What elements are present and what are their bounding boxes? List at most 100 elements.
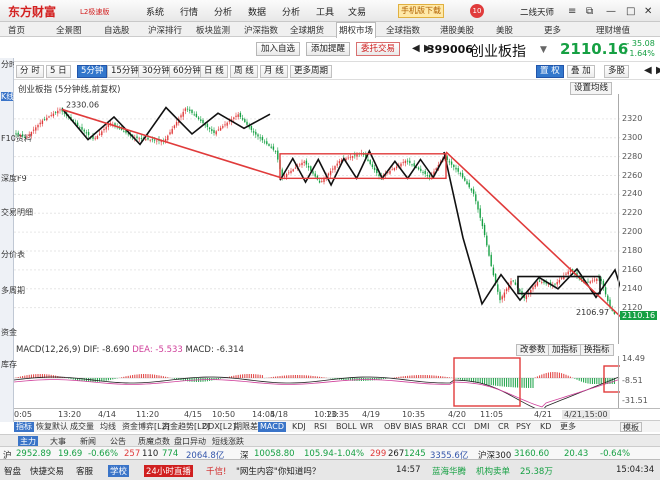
indicator-tab[interactable]: BOLL <box>336 422 357 432</box>
school-button[interactable]: 学校 <box>108 465 130 477</box>
menu-quotes[interactable]: 行情 <box>180 5 198 18</box>
add-watchlist-button[interactable]: 加入自选 <box>256 42 301 56</box>
period-5min[interactable]: 5分钟 <box>77 65 108 78</box>
menu-analysis2[interactable]: 分析 <box>282 5 300 18</box>
leftnav-detail[interactable]: 交易明细 <box>1 208 33 217</box>
period-day[interactable]: 日 线 <box>200 65 228 78</box>
menu-system[interactable]: 系统 <box>146 5 164 18</box>
candle-body <box>492 267 495 276</box>
tab-global-index[interactable]: 全球指数 <box>386 24 420 36</box>
tab-home[interactable]: 首页 <box>8 24 25 36</box>
restore-icon[interactable]: ⧉ <box>586 6 593 17</box>
indicator-tab[interactable]: MACD <box>258 422 286 432</box>
leftnav-price-table[interactable]: 分价表 <box>1 250 25 259</box>
indicator-tab[interactable]: RSI <box>314 422 327 432</box>
leftnav-kline[interactable]: K线图 <box>1 92 22 101</box>
menu-tools[interactable]: 工具 <box>316 5 334 18</box>
candle-body <box>26 136 28 138</box>
status-bar: 智盘 快捷交易 客服 学校 24小时直播 千信! "网生内容"你知道吗？ 14:… <box>0 459 660 480</box>
leftnav-f10[interactable]: F10资料 <box>1 134 32 143</box>
tab-more[interactable]: 更多 <box>544 24 561 36</box>
leftnav-f9[interactable]: 深度F9 <box>1 174 27 183</box>
live-button[interactable]: 24小时直播 <box>144 465 193 477</box>
multi-stock-button[interactable]: 多股 <box>604 65 630 78</box>
indicator-tab[interactable]: BRAR <box>426 422 448 432</box>
indicator-tab[interactable]: KDJ <box>292 422 306 432</box>
tab-futures[interactable]: 全球期货 <box>290 24 324 36</box>
add-alert-button[interactable]: 添加提醒 <box>306 42 351 56</box>
indicator-tab[interactable]: KD <box>540 422 551 432</box>
sh-down: 774 <box>162 449 179 459</box>
indicator-tab[interactable]: 恢复默认 <box>36 422 68 432</box>
maximize-icon[interactable]: □ <box>626 6 635 17</box>
period-week[interactable]: 周 线 <box>230 65 258 78</box>
indicator-tab[interactable]: 均线 <box>100 422 116 432</box>
leftnav-multi-period[interactable]: 多周期 <box>1 286 25 295</box>
indicator-tab[interactable]: DMI <box>474 422 489 432</box>
left-arrow-icon[interactable]: ◀ <box>644 65 652 76</box>
kline-chart[interactable]: 2330.06 2106.97 <box>14 94 620 344</box>
period-5day[interactable]: 5 日 <box>46 65 71 78</box>
change-indicator-button[interactable]: 换指标 <box>580 344 614 356</box>
menu-icon[interactable]: ≡ <box>568 6 576 17</box>
edit-params-button[interactable]: 改参数 <box>516 344 550 356</box>
close-icon[interactable]: ✕ <box>644 6 652 17</box>
tab-hk-us[interactable]: 港股美股 <box>440 24 474 36</box>
service-button[interactable]: 客服 <box>76 465 93 477</box>
period-timeshare[interactable]: 分 时 <box>16 65 44 78</box>
indicator-tab[interactable]: DDX[L2] <box>202 422 236 432</box>
indicator-tab[interactable]: PSY <box>516 422 531 432</box>
mobile-download-button[interactable]: 手机版下载 <box>398 4 444 18</box>
indicator-tab[interactable]: 期限差 <box>234 422 258 432</box>
zigzag-line <box>443 151 620 306</box>
smart-button[interactable]: 智盘 <box>4 465 21 477</box>
tab-wealth[interactable]: 理财增值 <box>596 24 630 36</box>
minimize-icon[interactable]: — <box>606 6 616 17</box>
macd-value-label: MACD: <box>185 345 214 355</box>
period-more[interactable]: 更多周期 <box>290 65 333 78</box>
indicator-tab[interactable]: CR <box>498 422 509 432</box>
quick-trade-button[interactable]: 快捷交易 <box>30 465 64 477</box>
macd-chart[interactable] <box>14 356 620 408</box>
indicator-tab[interactable]: 成交量 <box>70 422 94 432</box>
leftnav-funds[interactable]: 资金 <box>1 328 17 337</box>
candle-body <box>347 157 349 159</box>
add-indicator-button[interactable]: 加指标 <box>548 344 582 356</box>
leftnav-inventory[interactable]: 库存 <box>1 360 17 369</box>
right-arrow-icon[interactable]: ▶ <box>656 65 660 76</box>
menu-data[interactable]: 数据 <box>248 5 266 18</box>
overlay-button[interactable]: 叠 加 <box>567 65 595 78</box>
news-headline[interactable]: "网生内容"你知道吗？ <box>236 465 320 477</box>
leftnav-timeshare[interactable]: 分时图 <box>1 60 25 69</box>
indicator-tab[interactable]: CCI <box>452 422 466 432</box>
tab-index[interactable]: 沪深指数 <box>244 24 278 36</box>
indicator-tab[interactable]: 指标 <box>14 422 34 432</box>
tab-us[interactable]: 美股 <box>496 24 513 36</box>
tab-watchlist[interactable]: 自选股 <box>104 24 130 36</box>
notification-badge[interactable]: 10 <box>470 4 484 18</box>
indicator-tab[interactable]: WR <box>360 422 373 432</box>
period-month[interactable]: 月 线 <box>260 65 288 78</box>
tab-panorama[interactable]: 全景图 <box>56 24 82 36</box>
indicator-tab[interactable]: OBV <box>384 422 401 432</box>
tab-ranking[interactable]: 沪深排行 <box>148 24 182 36</box>
menu-analysis[interactable]: 分析 <box>214 5 232 18</box>
template-button[interactable]: 模板 <box>620 422 642 432</box>
candle-body <box>252 131 255 133</box>
candle-body <box>263 141 266 143</box>
candle-body <box>206 123 209 128</box>
trade-button[interactable]: 委托交易 <box>356 42 401 56</box>
tab-sector[interactable]: 板块监测 <box>196 24 230 36</box>
candle-body <box>255 131 257 135</box>
candle-body <box>323 178 325 183</box>
user-name[interactable]: 二线天师 <box>520 6 554 18</box>
alert-stock[interactable]: 蓝海华腾 <box>432 465 466 477</box>
menu-trade[interactable]: 文易 <box>348 5 366 18</box>
indicator-tab[interactable]: BIAS <box>404 422 422 432</box>
price-tick: 2160 <box>622 264 643 274</box>
indicator-tab[interactable]: 更多 <box>560 422 576 432</box>
prev-icon[interactable]: ◀ <box>412 43 420 54</box>
tab-options[interactable]: 期权市场 <box>336 22 377 38</box>
adjust-button[interactable]: 置 权 <box>536 65 564 78</box>
dropdown-icon[interactable]: ▼ <box>540 45 547 55</box>
